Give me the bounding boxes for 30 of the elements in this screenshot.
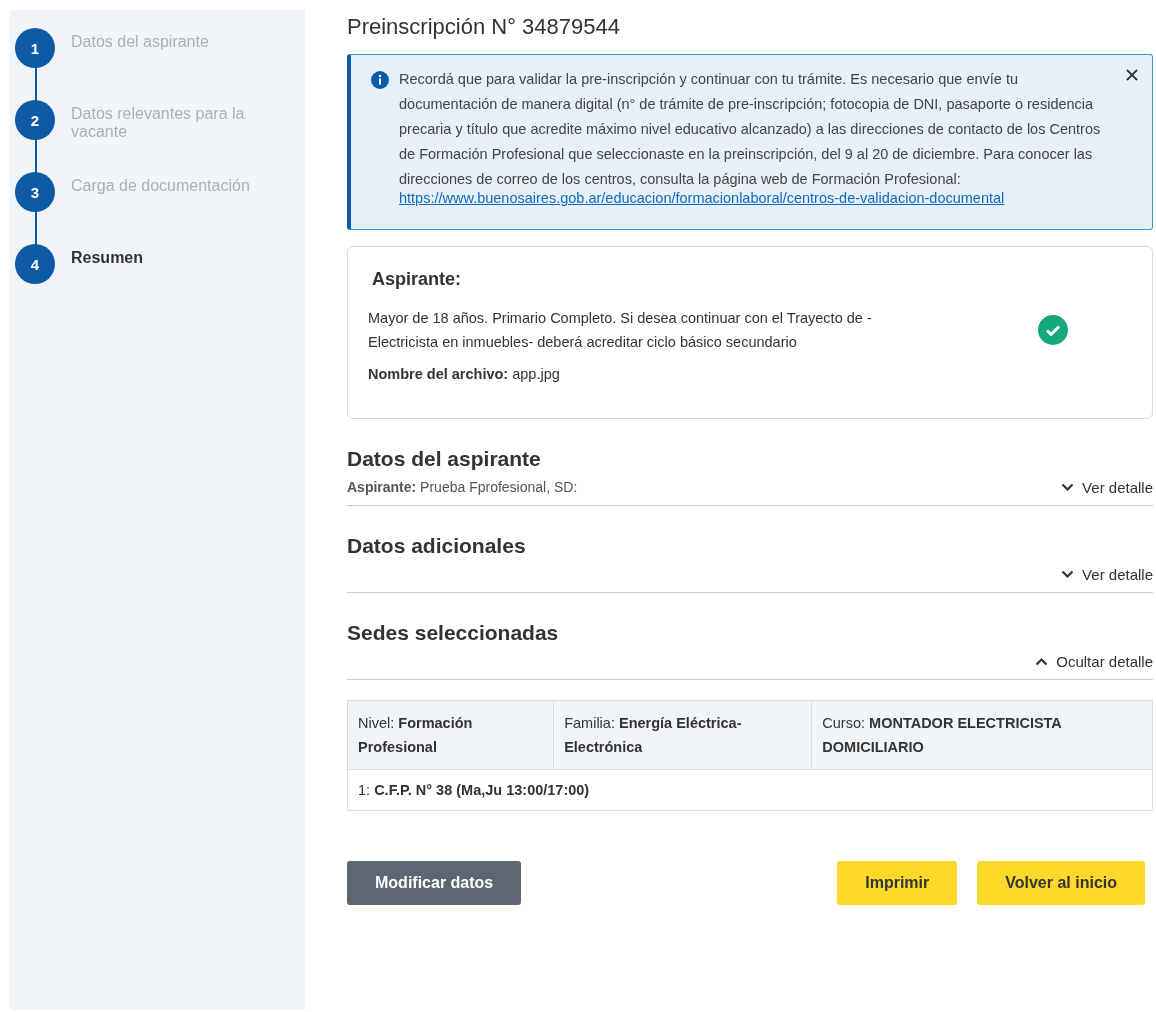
chevron-up-icon [1035,656,1049,666]
requirement-text: Mayor de 18 años. Primario Completo. Si desea continuar con el Trayecto de -Electricista en inmuebles- deberá acreditar ciclo básico secundario [368,309,873,352]
detail-toggle[interactable]: Ocultar detalle [1035,652,1153,670]
step-number: 4 [15,244,55,284]
section-title: Datos del aspirante [347,447,542,471]
action-button[interactable]: Imprimir [837,861,958,905]
step-number: 2 [15,100,55,140]
section-title: Sedes seleccionadas [347,621,560,645]
chevron-down-icon [1061,569,1075,579]
table-header-cell: Nivel: Formación Profesional [347,700,554,770]
card-title: Aspirante: [372,269,462,290]
step-label[interactable]: Resumen [71,244,286,267]
table-header-cell: Curso: MONTADOR ELECTRICISTA DOMICILIARIO [811,700,1153,770]
section-title: Datos adicionales [347,534,527,558]
file-name: Nombre del archivo: app.jpg [368,366,560,382]
detail-toggle[interactable]: Ver detalle [1061,478,1153,496]
detail-toggle[interactable]: Ver detalle [1061,565,1153,583]
alert-text: Recordá que para validar la pre-inscripción y continuar con tu trámite. Es necesario que envíe tu documentación de manera digital (n° de trámite de pre-inscripción; fotocopia de DNI, pasaporte o residencia precaria y título que acredite máximo nivel educativo alcanzado) a las direcciones de contacto de los Centros de Formación Profesional que seleccionaste en la preinscripción, del 9 al 20 de diciembre. Para conocer las direcciones de correo de los centros, consulta la página web de Formación Profesional: [399,70,1102,189]
step-number: 3 [15,172,55,212]
applicant-summary: Aspirante: Prueba Fprofesional, SD: [347,479,578,495]
table-header-cell: Familia: Energía Eléctrica-Electrónica [553,700,812,770]
validation-link[interactable]: https://www.buenosaires.gob.ar/educacion/formacionlaboral/centros-de-validacion-documental [399,186,1112,211]
action-button[interactable]: Volver al inicio [977,861,1145,905]
modify-button[interactable]: Modificar datos [347,861,522,905]
step-number: 1 [15,28,55,68]
close-icon[interactable] [1126,69,1138,81]
chevron-down-icon [1061,482,1075,492]
page-title: Preinscripción N° 34879544 [347,14,621,40]
info-icon [371,71,389,89]
table-cell: 1: C.F.P. N° 38 (Ma,Ju 13:00/17:00) [347,769,1153,811]
